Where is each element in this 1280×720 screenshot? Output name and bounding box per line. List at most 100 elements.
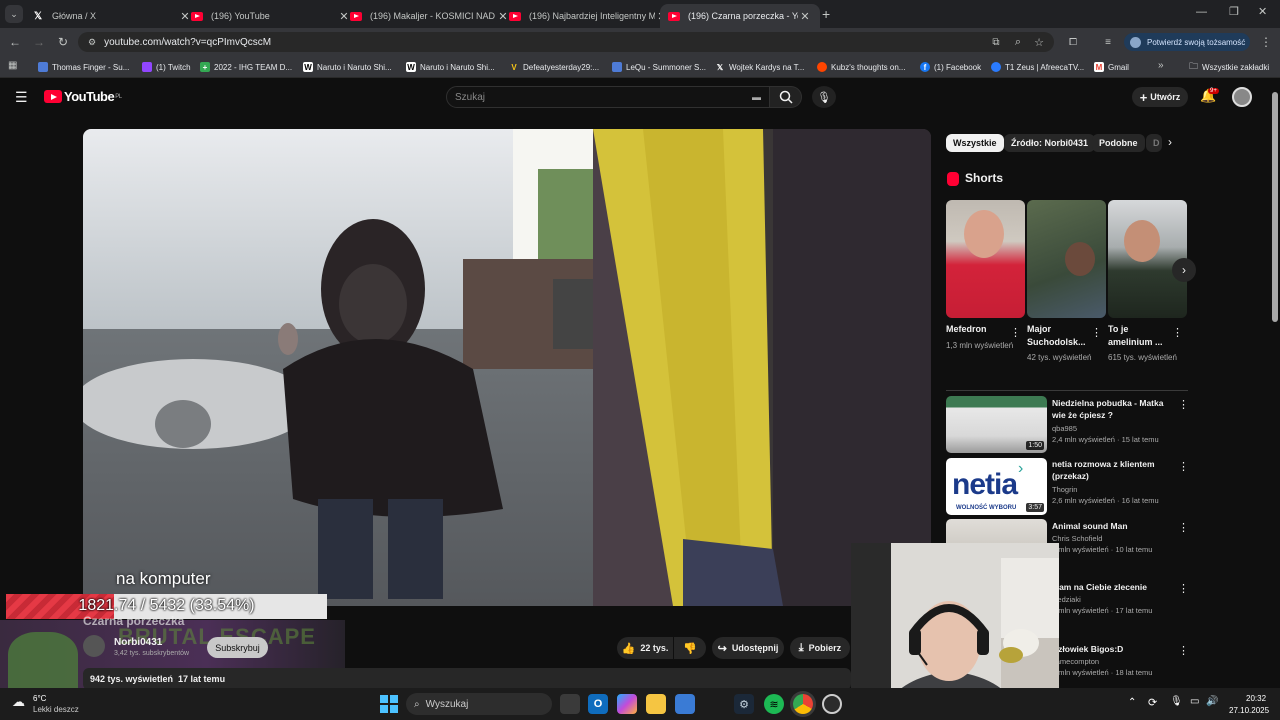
channel-name[interactable]: Thogrin [1052, 484, 1077, 495]
all-bookmarks-folder[interactable]: 🗀 Wszystkie zakładki [1189, 60, 1269, 74]
microsoft-store-icon[interactable] [675, 694, 695, 714]
short-thumbnail[interactable] [1027, 200, 1106, 318]
more-options-icon[interactable]: ⋮ [1178, 398, 1189, 411]
bookmark-item[interactable]: T1 Zeus | AfreecaTV... [991, 60, 1084, 74]
clock-date[interactable]: 27.10.2025 [1229, 706, 1269, 715]
chrome-icon[interactable] [793, 694, 813, 714]
channel-name[interactable]: Norbi0431 [114, 637, 162, 648]
bookmark-item[interactable]: LeQu - Summoner S... [612, 60, 706, 74]
spotify-icon[interactable]: ≋ [764, 694, 784, 714]
weather-icon[interactable]: ☁ [12, 694, 25, 710]
close-window-button[interactable]: ✕ [1258, 5, 1267, 18]
video-title[interactable]: Niedzielna pobudka - Matka wie że ćpiesz… [1052, 397, 1177, 421]
steam-icon[interactable]: ⚙ [734, 694, 754, 714]
share-button[interactable]: ↪ Udostępnij [712, 637, 784, 659]
bookmark-item[interactable]: Kubz's thoughts on... [817, 60, 905, 74]
network-icon[interactable]: ▭ [1190, 696, 1199, 707]
cast-icon[interactable]: ⧉ [986, 32, 1006, 52]
bookmark-item[interactable]: V Defeatyesterday29:... [509, 60, 599, 74]
taskbar-search-input[interactable]: ⌕ Wyszukaj [406, 693, 552, 715]
tab-x-home[interactable]: 𝕏 Główna / X ✕ [24, 4, 200, 28]
bookmark-item[interactable]: W Naruto i Naruto Shi... [303, 60, 392, 74]
video-player[interactable]: na komputer [83, 129, 931, 606]
bookmark-item[interactable]: 𝕏 Wojtek Kardys na T... [715, 60, 805, 74]
download-button[interactable]: ⤓ Pobierz [790, 637, 850, 659]
media-controls-icon[interactable]: ≡ [1098, 32, 1118, 52]
shorts-next-button[interactable]: › [1172, 258, 1196, 282]
search-button[interactable] [770, 86, 802, 108]
short-title[interactable]: Mefedron [946, 323, 1008, 336]
page-scrollbar[interactable] [1270, 82, 1280, 688]
more-options-icon[interactable]: ⋮ [1172, 326, 1183, 339]
short-thumbnail[interactable] [1108, 200, 1187, 318]
tab-search-button[interactable]: ⌄ [5, 5, 23, 23]
more-options-icon[interactable]: ⋮ [1091, 326, 1102, 339]
hamburger-menu-icon[interactable]: ☰ [15, 89, 28, 106]
profile-verify-button[interactable]: Potwierdź swoją tożsamość [1124, 33, 1250, 51]
video-title[interactable]: Animal sound Man [1052, 520, 1177, 532]
more-bookmarks-icon[interactable]: » [1158, 60, 1164, 71]
video-title[interactable]: Mam na Ciebie zlecenie [1052, 581, 1177, 593]
bookmark-item[interactable]: M Gmail [1094, 60, 1129, 74]
bookmark-item[interactable]: +2022 - IHG TEAM D... [200, 60, 292, 74]
more-options-icon[interactable]: ⋮ [1178, 644, 1189, 657]
address-bar[interactable]: ⚙ youtube.com/watch?v=qcPImvQcscM [78, 32, 1054, 52]
outlook-icon[interactable]: O [588, 694, 608, 714]
minimize-button[interactable]: — [1196, 6, 1207, 18]
more-options-icon[interactable]: ⋮ [1178, 460, 1189, 473]
forward-arrow-icon[interactable]: → [29, 32, 49, 52]
microphone-icon[interactable]: 🎙 [1170, 696, 1183, 707]
windows-start-icon[interactable] [380, 695, 398, 713]
avatar[interactable] [1232, 87, 1252, 107]
dislike-button[interactable]: 👎 [674, 637, 706, 659]
close-tab-icon[interactable]: ✕ [798, 10, 812, 23]
bookmark-star-icon[interactable]: ☆ [1029, 32, 1049, 52]
search-input[interactable]: Szukaj ▬ [446, 86, 770, 108]
avatar[interactable] [83, 635, 105, 657]
tab-najbardziej[interactable]: (196) Najbardziej Inteligentny M ✕ [501, 4, 677, 28]
chevron-right-icon[interactable]: › [1168, 135, 1172, 149]
chip-related[interactable]: Podobne [1092, 134, 1145, 152]
video-thumbnail[interactable]: netia › WOLNOŚĆ WYBORU 3:57 [946, 458, 1047, 515]
like-button[interactable]: 👍 22 tys. [617, 637, 673, 659]
channel-name[interactable]: Jamecompton [1052, 656, 1099, 667]
bookmark-item[interactable]: (1) Twitch [142, 60, 191, 74]
sync-icon[interactable]: ⟳ [1148, 696, 1157, 709]
video-thumbnail[interactable]: 1:50 [946, 396, 1047, 453]
scrollbar-thumb[interactable] [1272, 92, 1278, 322]
clock-time[interactable]: 20:32 [1246, 694, 1266, 703]
reload-icon[interactable]: ↻ [53, 32, 73, 52]
tab-czarna-porzeczka[interactable]: (196) Czarna porzeczka - Yo ✕ [660, 4, 820, 28]
more-options-icon[interactable]: ⋮ [1178, 521, 1189, 534]
copilot-icon[interactable] [617, 694, 637, 714]
chip-all[interactable]: Wszystkie [946, 134, 1004, 152]
tab-makaljer[interactable]: (196) Makaljer - KOSMICI NAD ✕ [342, 4, 518, 28]
keyboard-icon[interactable]: ▬ [752, 92, 761, 102]
more-options-icon[interactable]: ⋮ [1178, 582, 1189, 595]
chip-source[interactable]: Źródło: Norbi0431 [1004, 134, 1096, 152]
chip-more[interactable]: D [1146, 134, 1162, 152]
task-view-icon[interactable] [560, 694, 580, 714]
voice-search-button[interactable]: 🎙 [812, 86, 836, 108]
obs-icon[interactable] [822, 694, 842, 714]
subscribe-button[interactable]: Subskrybuj [207, 637, 268, 658]
zoom-icon[interactable]: ⌕ [1008, 32, 1028, 52]
video-title[interactable]: netia rozmowa z klientem (przekaz) [1052, 458, 1177, 482]
extensions-icon[interactable]: ⧠ [1063, 32, 1083, 52]
apps-grid-icon[interactable]: ▦ [8, 60, 17, 71]
show-hidden-icons-icon[interactable]: ⌃ [1128, 697, 1136, 708]
video-title[interactable]: Człowiek Bigos:D [1052, 643, 1177, 655]
bookmark-item[interactable]: f (1) Facebook [920, 60, 981, 74]
back-arrow-icon[interactable]: ← [5, 32, 25, 52]
tab-youtube-home[interactable]: (196) YouTube ✕ [183, 4, 359, 28]
short-title[interactable]: Major Suchodolsk... [1027, 323, 1089, 349]
bookmark-item[interactable]: W Naruto i Naruto Shi... [406, 60, 495, 74]
channel-name[interactable]: qba985 [1052, 423, 1077, 434]
youtube-logo[interactable]: YouTube PL [44, 89, 122, 104]
volume-icon[interactable]: 🔊 [1206, 696, 1218, 707]
short-title[interactable]: To je amelinium ... [1108, 323, 1170, 349]
more-options-icon[interactable]: ⋮ [1010, 326, 1021, 339]
maximize-button[interactable]: ❐ [1229, 5, 1239, 18]
new-tab-button[interactable]: + [822, 6, 830, 22]
bookmark-item[interactable]: Thomas Finger - Su... [38, 60, 129, 74]
